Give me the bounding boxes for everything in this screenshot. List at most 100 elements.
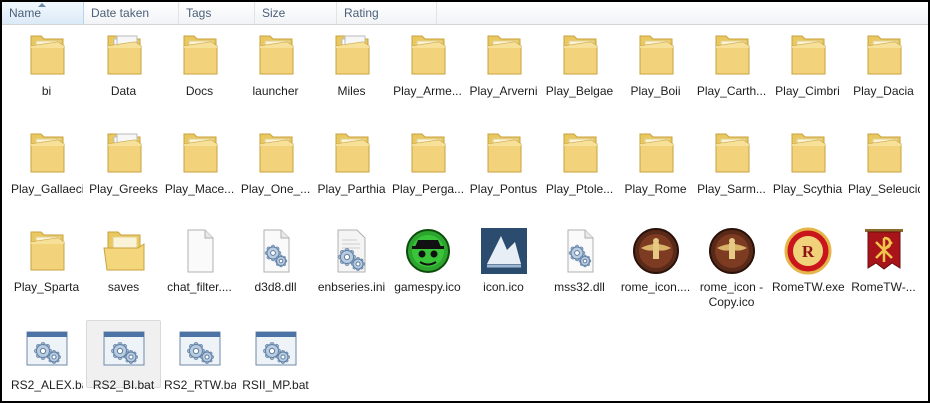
folder-docs-icon [99,30,149,80]
file-item-label: mss32.dll [554,280,605,294]
folder-icon [175,128,225,178]
file-item-label: Miles [337,84,366,98]
file-item[interactable]: Play_Parthia [314,124,389,198]
file-item-label: Play_Arverni [469,84,538,98]
column-header-rating-label: Rating [344,6,379,20]
file-item[interactable]: R RomeTW.exe [770,222,845,296]
file-item[interactable]: Play_Pontus [466,124,541,198]
folder-icon [783,128,833,178]
folder-icon [22,30,72,80]
file-item-label: Play_Ptole... [545,182,614,196]
file-item-label: Play_Rome [624,182,687,196]
file-item-label: RS2_BI.bat [92,378,155,392]
file-item[interactable]: chat_filter.... [162,222,237,296]
column-header-size-label: Size [262,6,286,20]
folder-open-icon [99,226,149,276]
file-item[interactable]: RS2_BI.bat [86,320,161,392]
file-item[interactable]: Play_Mace... [162,124,237,198]
rometw-exe-icon: R [783,226,833,276]
blank-file-icon [175,226,225,276]
file-item[interactable]: mss32.dll [542,222,617,296]
file-item[interactable]: gamespy.ico [390,222,465,296]
file-item-label: launcher [252,84,299,98]
file-item[interactable]: Play_Carth... [694,26,769,100]
file-item[interactable]: RomeTW-... [846,222,921,296]
file-item[interactable]: Play_Cimbri [770,26,845,100]
folder-icon [707,30,757,80]
file-item-label: Play_One_... [240,182,311,196]
column-header-rating[interactable]: Rating [337,2,437,24]
file-item[interactable]: RS2_RTW.bat [162,320,237,394]
column-header-tags[interactable]: Tags [179,2,255,24]
file-item[interactable]: RS2_ALEX.bat [9,320,84,394]
svg-text:R: R [801,242,814,261]
file-item[interactable]: Play_Sparta [9,222,84,296]
file-item[interactable]: Play_Perga... [390,124,465,198]
folder-icon [403,128,453,178]
file-item[interactable]: Play_Belgae [542,26,617,100]
file-item[interactable]: saves [86,222,161,296]
file-item[interactable]: enbseries.ini [314,222,389,296]
folder-icon [631,128,681,178]
file-item[interactable]: Play_One_... [238,124,313,198]
column-header-bar: Name Date taken Tags Size Rating [2,2,928,25]
file-item[interactable]: d3d8.dll [238,222,313,296]
dll-gear-icon [251,226,301,276]
file-item-label: gamespy.ico [394,280,461,294]
folder-icon [631,30,681,80]
file-item-label: enbseries.ini [317,280,386,294]
file-item[interactable]: Play_Scythia [770,124,845,198]
file-icon-grid: bi Data Docs launcher Miles Play_Arme... Play_… [2,24,928,401]
folder-icon [479,30,529,80]
file-item-label: Play_Boii [630,84,681,98]
folder-icon [22,128,72,178]
folder-icon [783,30,833,80]
sort-ascending-icon [38,3,46,7]
folder-docs-icon [99,128,149,178]
file-item[interactable]: launcher [238,26,313,100]
gamespy-icon [403,226,453,276]
file-item[interactable]: Play_Arme... [390,26,465,100]
file-item-label: d3d8.dll [254,280,297,294]
file-item-label: Play_Seleucid [848,182,920,196]
file-item[interactable]: bi [9,26,84,100]
dll-gear-icon [555,226,605,276]
file-item[interactable]: Play_Rome [618,124,693,198]
batch-file-icon [175,324,225,374]
file-item[interactable]: Play_Gallaeci [9,124,84,198]
column-header-name[interactable]: Name [2,2,84,24]
file-item-label: Play_Cimbri [775,84,840,98]
file-item-label: Play_Sparta [13,280,80,294]
file-item[interactable]: icon.ico [466,222,541,296]
file-item[interactable]: Play_Ptole... [542,124,617,198]
file-item[interactable]: rome_icon.... [618,222,693,296]
folder-icon [251,30,301,80]
column-header-name-label: Name [9,6,42,20]
file-item[interactable]: Play_Greeks [86,124,161,198]
file-item-label: Play_Pontus [469,182,538,196]
file-item-label: saves [107,280,140,294]
column-header-size[interactable]: Size [255,2,337,24]
folder-icon [859,30,909,80]
file-item-label: Play_Gallaeci [11,182,83,196]
file-item[interactable]: Play_Dacia [846,26,921,100]
file-item-label: RS2_RTW.bat [164,378,236,392]
file-item-label: rome_icon - Copy.ico [699,280,764,309]
folder-docs-icon [327,30,377,80]
file-item[interactable]: Play_Seleucid [846,124,921,198]
file-item[interactable]: Play_Boii [618,26,693,100]
file-item[interactable]: RSII_MP.bat [238,320,313,394]
file-item-label: rome_icon.... [620,280,691,294]
file-item[interactable]: Play_Arverni [466,26,541,100]
file-item[interactable]: Miles [314,26,389,100]
file-item-label: RomeTW.exe [772,280,844,294]
column-header-date-taken[interactable]: Date taken [84,2,179,24]
batch-file-icon [99,324,149,374]
file-item[interactable]: rome_icon - Copy.ico [694,222,769,311]
file-item-label: Play_Perga... [392,182,464,196]
file-item[interactable]: Docs [162,26,237,100]
file-item-label: Play_Greeks [89,182,158,196]
folder-icon [555,128,605,178]
file-item[interactable]: Data [86,26,161,100]
file-item[interactable]: Play_Sarm... [694,124,769,198]
